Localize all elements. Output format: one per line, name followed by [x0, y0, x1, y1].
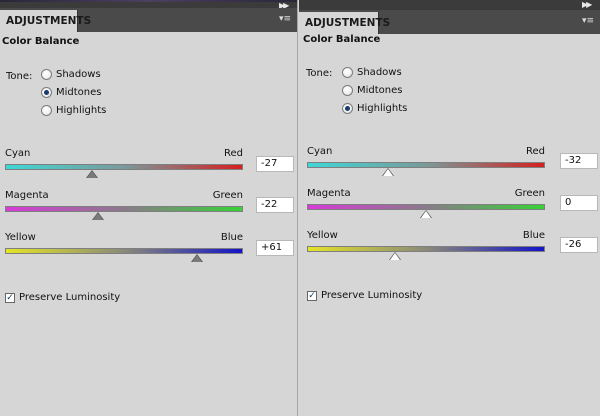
tone-radio-midtones[interactable]: Midtones: [41, 85, 102, 99]
radio-button[interactable]: [41, 104, 52, 116]
slider-thumb[interactable]: [382, 169, 393, 176]
radio-label: Midtones: [357, 84, 403, 96]
slider-thumb[interactable]: [92, 213, 103, 220]
magenta-green-value-input[interactable]: -22: [256, 197, 294, 213]
tone-radio-midtones[interactable]: Midtones: [342, 83, 403, 97]
radio-button[interactable]: [342, 84, 353, 96]
slider-magenta-green: Magenta Green: [5, 190, 243, 230]
slider-right-label: Blue: [522, 230, 545, 241]
slider-right-label: Blue: [220, 232, 243, 243]
radio-label: Highlights: [357, 102, 408, 114]
preserve-luminosity-checkbox-row[interactable]: ✓ Preserve Luminosity: [307, 290, 422, 301]
double-chevron-right-icon[interactable]: ▶▶: [582, 1, 596, 9]
preserve-luminosity-label: Preserve Luminosity: [321, 290, 423, 301]
slider-yellow-blue: Yellow Blue: [5, 232, 243, 272]
tone-radio-highlights[interactable]: Highlights: [41, 103, 106, 117]
radio-label: Shadows: [56, 68, 101, 80]
radio-button[interactable]: [342, 66, 353, 78]
preserve-luminosity-checkbox[interactable]: ✓: [5, 292, 15, 303]
slider-left-label: Yellow: [307, 230, 338, 241]
slider-yellow-blue: Yellow Blue: [307, 230, 545, 270]
panel-menu-icon[interactable]: ▾≡: [279, 14, 291, 24]
slider-thumb[interactable]: [421, 211, 431, 218]
tab-adjustments[interactable]: ADJUSTMENTS: [299, 12, 390, 34]
slider-cyan-red: Cyan Red: [307, 146, 545, 186]
preserve-luminosity-checkbox-row[interactable]: ✓ Preserve Luminosity: [5, 292, 120, 303]
panel-header: ADJUSTMENTS ▾≡: [0, 8, 297, 32]
slider-track[interactable]: [5, 248, 243, 254]
slider-left-label: Yellow: [5, 232, 36, 243]
adjustments-panel-right: ▶▶ ADJUSTMENTS ▾≡ Color Balance Tone: Sh…: [299, 0, 600, 416]
preserve-luminosity-label: Preserve Luminosity: [19, 292, 121, 303]
slider-thumb[interactable]: [390, 253, 401, 260]
slider-track[interactable]: [5, 164, 243, 170]
preserve-luminosity-checkbox[interactable]: ✓: [307, 290, 317, 301]
adjustments-panel-left: ▶▶ ADJUSTMENTS ▾≡ Color Balance Tone: Sh…: [0, 0, 298, 416]
tone-label: Tone:: [6, 71, 33, 82]
slider-right-label: Red: [224, 148, 243, 159]
yellow-blue-value-input[interactable]: +61: [256, 240, 294, 256]
slider-cyan-red: Cyan Red: [5, 148, 243, 188]
panel-menu-icon[interactable]: ▾≡: [582, 16, 594, 26]
panel-title: Color Balance: [2, 36, 80, 47]
tone-radio-highlights[interactable]: Highlights: [342, 101, 407, 115]
tone-radio-shadows[interactable]: Shadows: [41, 67, 101, 81]
tone-radio-shadows[interactable]: Shadows: [342, 65, 402, 79]
panel-header: ADJUSTMENTS ▾≡: [299, 10, 600, 34]
slider-left-label: Cyan: [307, 146, 333, 157]
slider-track[interactable]: [307, 246, 545, 252]
cyan-red-value-input[interactable]: -32: [560, 153, 598, 169]
radio-label: Shadows: [357, 66, 402, 78]
yellow-blue-value-input[interactable]: -26: [560, 237, 598, 253]
slider-thumb[interactable]: [191, 255, 202, 262]
panel-dock-bar: ▶▶: [299, 0, 600, 10]
slider-track[interactable]: [307, 162, 545, 168]
slider-left-label: Magenta: [307, 188, 351, 199]
cyan-red-value-input[interactable]: -27: [256, 156, 294, 172]
magenta-green-value-input[interactable]: 0: [560, 195, 598, 211]
radio-label: Midtones: [56, 86, 102, 98]
radio-label: Highlights: [56, 104, 107, 116]
slider-right-label: Green: [514, 188, 545, 199]
radio-button[interactable]: [342, 102, 353, 114]
slider-thumb[interactable]: [86, 171, 97, 178]
slider-left-label: Cyan: [5, 148, 31, 159]
slider-right-label: Red: [526, 146, 545, 157]
slider-magenta-green: Magenta Green: [307, 188, 545, 228]
radio-button[interactable]: [41, 86, 52, 98]
tab-adjustments[interactable]: ADJUSTMENTS: [0, 10, 91, 32]
slider-right-label: Green: [212, 190, 243, 201]
panel-title: Color Balance: [303, 34, 381, 45]
slider-track[interactable]: [5, 206, 243, 212]
tone-label: Tone:: [306, 68, 333, 79]
slider-left-label: Magenta: [5, 190, 49, 201]
radio-button[interactable]: [41, 68, 52, 80]
